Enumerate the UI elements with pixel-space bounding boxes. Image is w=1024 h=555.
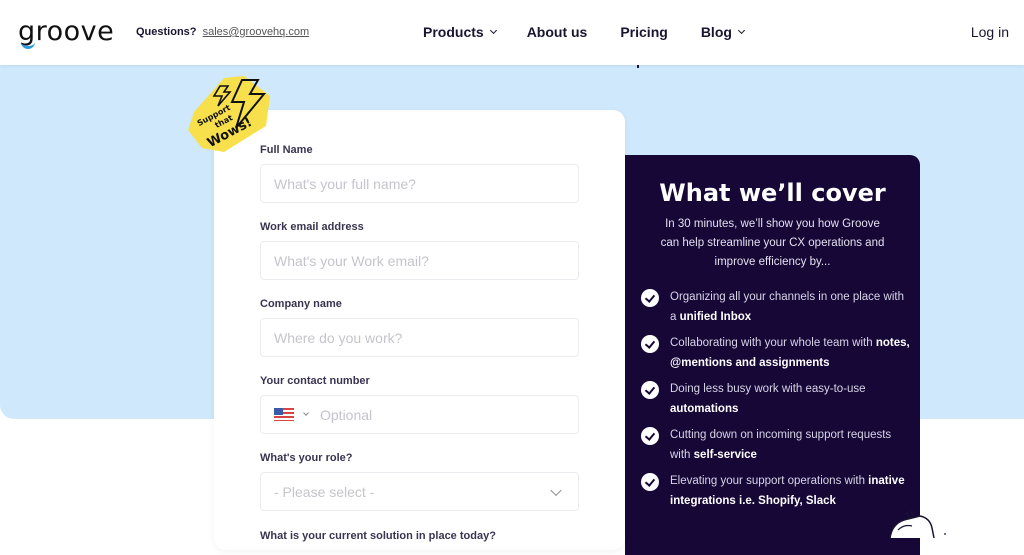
chevron-down-icon (489, 26, 497, 35)
company-name-field: Company name Where do you work? (260, 298, 579, 357)
check-circle-icon (641, 381, 659, 399)
groove-logo[interactable]: groove (18, 17, 114, 51)
full-name-field: Full Name What's your full name? (260, 144, 579, 203)
item-bold: automations (670, 402, 739, 415)
list-item: Organizing all your channels in one plac… (641, 288, 911, 327)
item-text: Elevating your support operations with (670, 475, 869, 487)
company-name-label: Company name (260, 298, 342, 310)
item-bold: unified Inbox (679, 310, 752, 323)
site-header: groove Questions? sales@groovehq.com Pro… (0, 0, 1024, 65)
role-select-value: - Please select - (274, 483, 375, 500)
list-item: Collaborating with your whole team with … (641, 334, 911, 373)
list-item: Doing less busy work with easy-to-use au… (641, 380, 911, 419)
company-name-input[interactable]: Where do you work? (260, 318, 579, 357)
role-select[interactable]: - Please select - (260, 472, 579, 511)
nav-pricing[interactable]: Pricing (620, 24, 667, 40)
contact-number-field: Your contact number Optional (260, 375, 579, 434)
nav-blog-label: Blog (700, 24, 732, 40)
support-that-wows-sticker: Support that Wows! (188, 76, 270, 152)
work-email-label: Work email address (260, 221, 364, 233)
chevron-down-icon (550, 484, 562, 496)
nav-blog[interactable]: Blog (700, 24, 745, 40)
check-circle-icon (641, 473, 659, 491)
list-item: Elevating your support operations with i… (641, 472, 911, 511)
check-circle-icon (641, 289, 659, 307)
sales-email-link[interactable]: sales@groovehq.com (203, 26, 310, 38)
demo-request-form: Full Name What's your full name? Work em… (214, 110, 625, 550)
item-text: Collaborating with your whole team with (670, 337, 876, 349)
logo-smile-icon (21, 42, 35, 49)
nav-products[interactable]: Products (423, 24, 497, 40)
contact-number-placeholder: Optional (320, 406, 373, 423)
contact-number-label: Your contact number (260, 375, 370, 387)
us-flag-icon[interactable] (274, 408, 294, 421)
nav-products-label: Products (423, 24, 484, 40)
questions-label: Questions? (136, 26, 197, 38)
what-we-cover-panel: What we’ll cover In 30 minutes, we’ll sh… (625, 155, 920, 555)
role-label: What's your role? (260, 452, 353, 464)
item-text: Doing less busy work with easy-to-use (670, 383, 866, 395)
nav-about-us[interactable]: About us (527, 24, 588, 40)
full-name-input[interactable]: What's your full name? (260, 164, 579, 203)
hero-text-fragment (637, 65, 639, 68)
cover-list: Organizing all your channels in one plac… (641, 288, 911, 518)
role-field: What's your role? - Please select - (260, 452, 579, 511)
current-solution-label: What is your current solution in place t… (260, 530, 496, 542)
login-link[interactable]: Log in (971, 24, 1009, 40)
nav-pricing-label: Pricing (620, 24, 668, 40)
chevron-down-icon (737, 26, 745, 35)
work-email-field: Work email address What's your Work emai… (260, 221, 579, 280)
country-chevron-down-icon[interactable] (303, 410, 309, 416)
contact-number-input[interactable]: Optional (260, 395, 579, 434)
panel-title: What we’ll cover (659, 179, 886, 207)
work-email-input[interactable]: What's your Work email? (260, 241, 579, 280)
questions-contact: Questions? sales@groovehq.com (136, 26, 309, 38)
main-nav: Products About us Pricing Blog (423, 24, 745, 40)
check-circle-icon (641, 427, 659, 445)
panel-intro: In 30 minutes, we’ll show you how Groove… (660, 218, 885, 268)
full-name-label: Full Name (260, 144, 313, 156)
check-circle-icon (641, 335, 659, 353)
nav-about-label: About us (526, 24, 588, 40)
list-item: Cutting down on incoming support request… (641, 426, 911, 465)
item-bold: self-service (693, 448, 757, 461)
